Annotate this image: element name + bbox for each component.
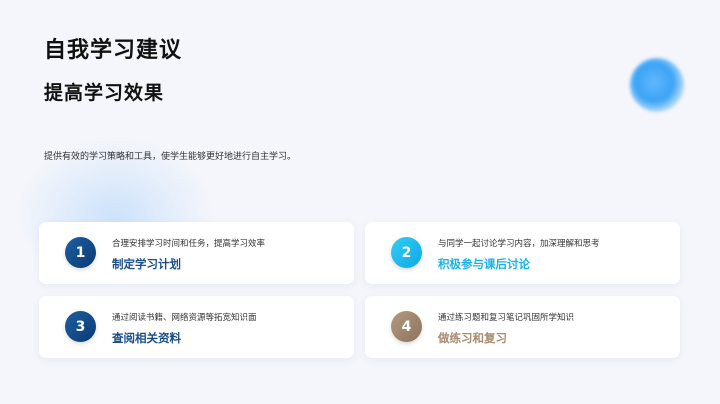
card-description: 通过阅读书籍、网络资源等拓宽知识面 bbox=[112, 313, 257, 323]
page-description: 提供有效的学习策略和工具，使学生能够更好地进行自主学习。 bbox=[44, 152, 297, 162]
number-badge: 2 bbox=[391, 237, 422, 268]
suggestion-card-1: 1 合理安排学习时间和任务，提高学习效率 制定学习计划 bbox=[39, 222, 354, 284]
suggestion-card-4: 4 通过练习题和复习笔记巩固所学知识 做练习和复习 bbox=[365, 296, 680, 358]
suggestion-card-3: 3 通过阅读书籍、网络资源等拓宽知识面 查阅相关资料 bbox=[39, 296, 354, 358]
card-title: 积极参与课后讨论 bbox=[438, 257, 530, 271]
decorative-blue-orb bbox=[630, 58, 684, 112]
card-description: 与同学一起讨论学习内容，加深理解和思考 bbox=[438, 239, 600, 249]
card-description: 通过练习题和复习笔记巩固所学知识 bbox=[438, 313, 575, 323]
page-title: 自我学习建议 bbox=[44, 38, 183, 63]
card-title: 查阅相关资料 bbox=[112, 331, 181, 345]
card-description: 合理安排学习时间和任务，提高学习效率 bbox=[112, 239, 266, 249]
suggestion-card-2: 2 与同学一起讨论学习内容，加深理解和思考 积极参与课后讨论 bbox=[365, 222, 680, 284]
number-badge: 1 bbox=[65, 237, 96, 268]
page-subtitle: 提高学习效果 bbox=[44, 82, 165, 104]
card-title: 制定学习计划 bbox=[112, 257, 181, 271]
number-badge: 4 bbox=[391, 311, 422, 342]
card-title: 做练习和复习 bbox=[438, 331, 507, 345]
number-badge: 3 bbox=[65, 311, 96, 342]
